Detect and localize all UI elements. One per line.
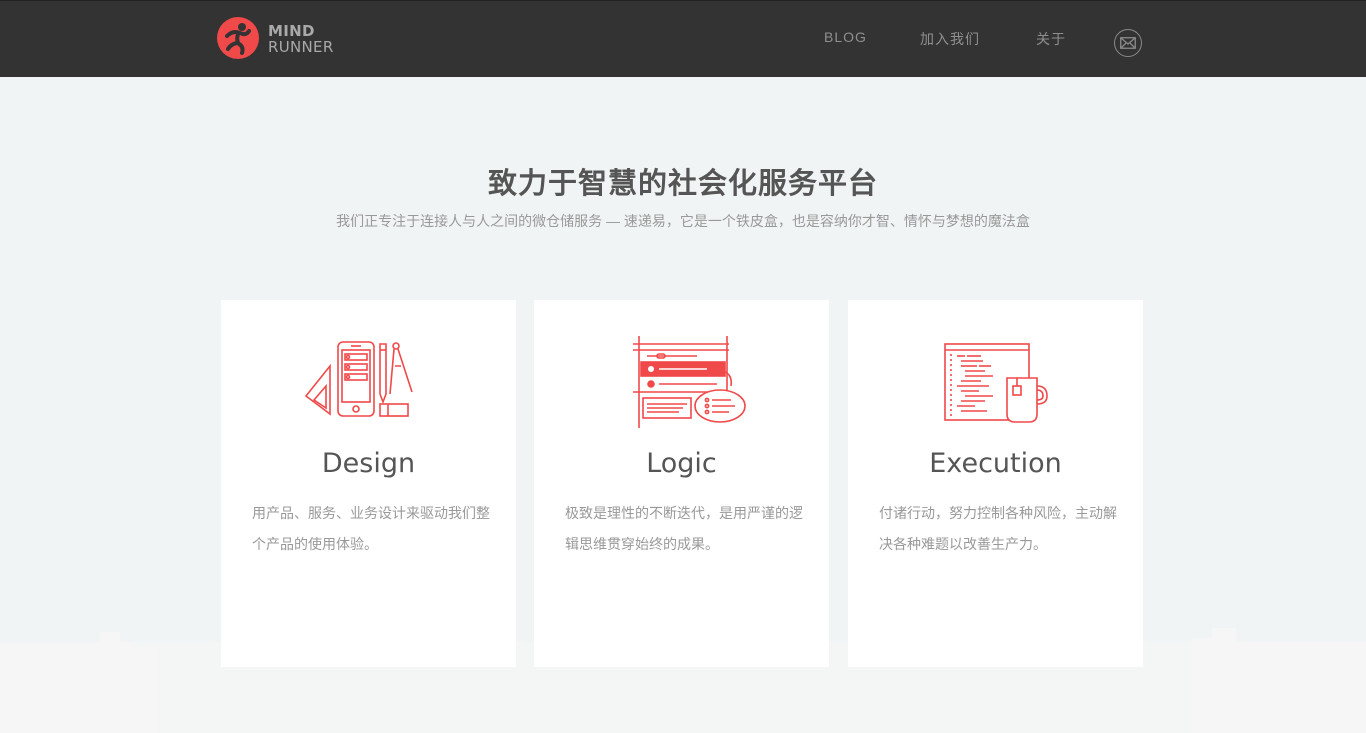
envelope-icon — [1120, 37, 1136, 49]
execution-card: Execution 付诸行动，努力控制各种风险，主动解决各种难题以改善生产力。 — [848, 300, 1143, 667]
logic-card: Logic 极致是理性的不断迭代，是用严谨的逻辑思维贯穿始终的成果。 — [534, 300, 829, 667]
logic-flow-icon — [632, 336, 746, 428]
design-card-text: 用产品、服务、业务设计来驱动我们整个产品的使用体验。 — [252, 505, 490, 552]
design-tools-icon — [304, 341, 413, 417]
page-subtitle: 我们正专注于连接人与人之间的微仓储服务 — 速递易，它是一个铁皮盒，也是容纳你才… — [336, 213, 1030, 229]
top-navigation-bar: MIND RUNNER BLOG 加入我们 关于 — [0, 0, 1366, 77]
page-title: 致力于智慧的社会化服务平台 — [487, 168, 878, 200]
main-nav: BLOG 加入我们 关于 — [0, 1, 1366, 78]
nav-join-link[interactable]: 加入我们 — [920, 29, 980, 49]
execution-card-title: Execution — [929, 448, 1062, 479]
nav-about-link[interactable]: 关于 — [1036, 29, 1066, 49]
logic-card-text: 极致是理性的不断迭代，是用严谨的逻辑思维贯穿始终的成果。 — [565, 505, 803, 552]
design-card-title: Design — [321, 448, 416, 479]
code-and-tea-icon — [943, 343, 1048, 423]
logic-card-title: Logic — [646, 448, 717, 479]
execution-card-text: 付诸行动，努力控制各种风险，主动解决各种难题以改善生产力。 — [879, 505, 1117, 552]
design-card: Design 用产品、服务、业务设计来驱动我们整个产品的使用体验。 — [221, 300, 516, 667]
nav-blog-link[interactable]: BLOG — [824, 29, 867, 45]
mail-button[interactable] — [1114, 29, 1142, 57]
